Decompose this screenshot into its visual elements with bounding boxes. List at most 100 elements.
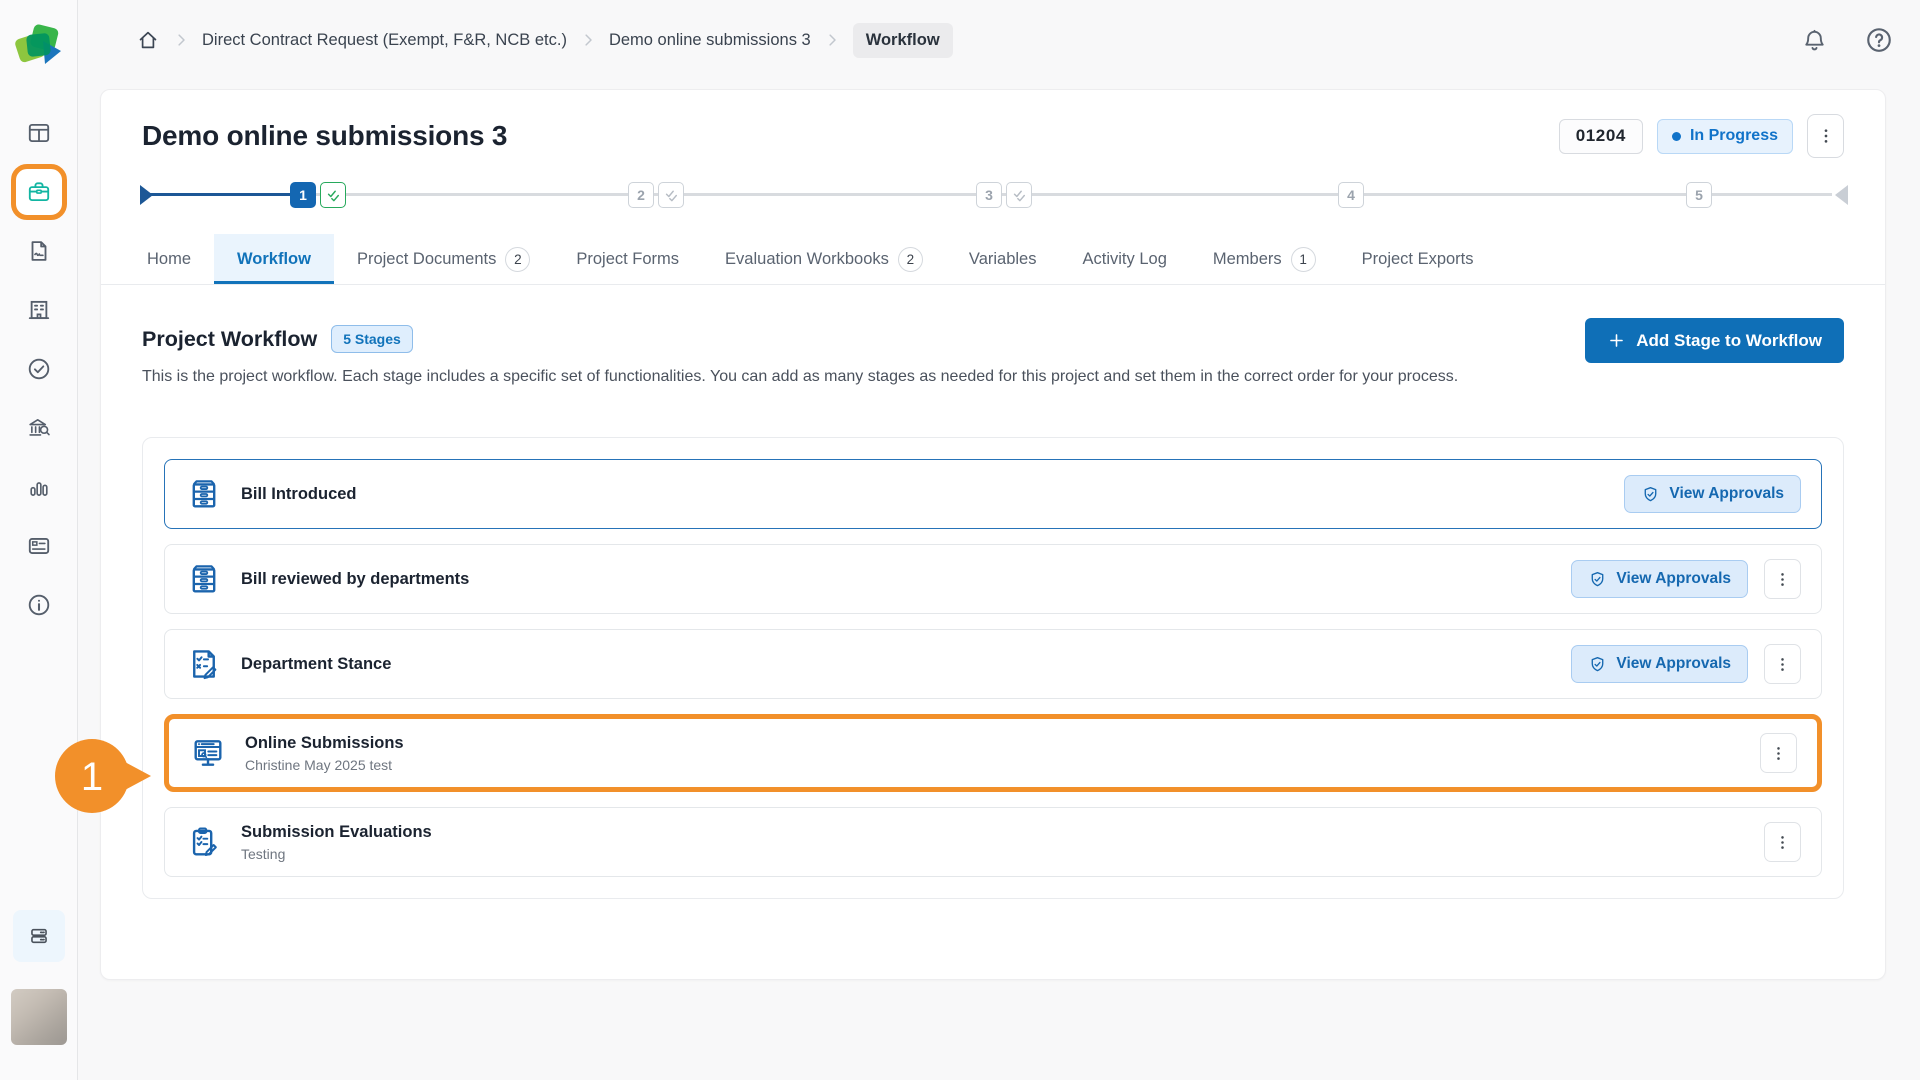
- kebab-icon: [1773, 655, 1792, 674]
- stage-card-online-submissions[interactable]: Online SubmissionsChristine May 2025 tes…: [164, 714, 1822, 792]
- tab-label: Project Forms: [576, 250, 679, 269]
- stage-card-submission-evaluations[interactable]: Submission EvaluationsTesting: [164, 807, 1822, 877]
- title-controls: 01204 In Progress: [1559, 114, 1844, 158]
- dashboard-icon: [26, 120, 52, 146]
- stage-title: Submission Evaluations: [241, 823, 432, 842]
- tab-label: Variables: [969, 250, 1037, 269]
- view-approvals-button[interactable]: View Approvals: [1571, 560, 1748, 598]
- sidebar-bottom: [0, 910, 78, 1080]
- tab-members[interactable]: Members1: [1190, 234, 1339, 284]
- sidebar-item-info[interactable]: [17, 583, 61, 627]
- help-button[interactable]: [1864, 25, 1894, 55]
- stage-card-department-stance[interactable]: Department Stance View Approvals: [164, 629, 1822, 699]
- app-logo[interactable]: [15, 24, 63, 68]
- sidebar-item-approvals[interactable]: [17, 347, 61, 391]
- tab-project-exports[interactable]: Project Exports: [1339, 234, 1497, 284]
- double-check-icon: [1011, 187, 1028, 204]
- cabinet-icon: [185, 561, 223, 597]
- stage-list: Bill Introduced View Approvals Bill revi…: [142, 437, 1844, 899]
- stepper-start-arrow-icon: [140, 185, 153, 205]
- view-approvals-label: View Approvals: [1616, 655, 1731, 673]
- stepper-stage-3[interactable]: 3: [976, 182, 1002, 208]
- stage-menu-button[interactable]: [1764, 559, 1801, 599]
- tab-activity-log[interactable]: Activity Log: [1060, 234, 1190, 284]
- checklist-pencil-icon: [186, 646, 222, 682]
- tab-label: Workflow: [237, 250, 311, 269]
- stepper-stage-2-approvals-check[interactable]: [658, 182, 684, 208]
- help-icon: [1864, 25, 1894, 55]
- kebab-icon: [1773, 833, 1792, 852]
- view-approvals-label: View Approvals: [1616, 570, 1731, 588]
- sidebar-item-organizations[interactable]: [17, 288, 61, 332]
- sidebar: [0, 0, 78, 1080]
- sidebar-item-dashboard[interactable]: [17, 111, 61, 155]
- sidebar-item-projects[interactable]: [11, 164, 67, 220]
- info-icon: [26, 592, 52, 618]
- stage-card-bill-reviewed-by-departments[interactable]: Bill reviewed by departments View Approv…: [164, 544, 1822, 614]
- tab-home[interactable]: Home: [124, 234, 214, 284]
- shield-check-icon: [1641, 485, 1660, 504]
- breadcrumb-item[interactable]: Demo online submissions 3: [609, 31, 811, 50]
- checklist-pencil-icon: [185, 646, 223, 682]
- kebab-icon: [1769, 744, 1788, 763]
- home-icon: [136, 28, 160, 52]
- workflow-description: This is the project workflow. Each stage…: [142, 364, 1587, 389]
- view-approvals-button[interactable]: View Approvals: [1571, 645, 1748, 683]
- barchart-icon: [26, 474, 52, 500]
- stage-menu-button[interactable]: [1760, 733, 1797, 773]
- stage-title: Department Stance: [241, 655, 391, 674]
- cabinet-icon: [185, 476, 223, 512]
- tab-label: Home: [147, 250, 191, 269]
- sidebar-item-cards[interactable]: [17, 524, 61, 568]
- avatar[interactable]: [11, 989, 67, 1045]
- double-check-icon: [663, 187, 680, 204]
- cabinet-icon: [186, 476, 222, 512]
- stage-title: Online Submissions: [245, 734, 404, 753]
- home-button[interactable]: [136, 28, 160, 52]
- stepper-stage-2[interactable]: 2: [628, 182, 654, 208]
- chevron-right-icon: [172, 31, 190, 49]
- tab-label: Activity Log: [1083, 250, 1167, 269]
- cabinet-icon: [186, 561, 222, 597]
- tab-project-forms[interactable]: Project Forms: [553, 234, 702, 284]
- tab-variables[interactable]: Variables: [946, 234, 1060, 284]
- sidebar-item-documents[interactable]: [17, 229, 61, 273]
- app-logo-icon: [15, 24, 63, 68]
- add-stage-button[interactable]: Add Stage to Workflow: [1585, 318, 1844, 363]
- monitor-browser-icon: [189, 735, 227, 771]
- monitor-browser-icon: [190, 735, 226, 771]
- breadcrumb: Direct Contract Request (Exempt, F&R, NC…: [136, 23, 953, 58]
- tab-evaluation-workbooks[interactable]: Evaluation Workbooks2: [702, 234, 946, 284]
- sidebar-item-reports[interactable]: [17, 465, 61, 509]
- topbar: Direct Contract Request (Exempt, F&R, NC…: [78, 0, 1920, 80]
- view-approvals-button[interactable]: View Approvals: [1624, 475, 1801, 513]
- stage-card-bill-introduced[interactable]: Bill Introduced View Approvals: [164, 459, 1822, 529]
- notifications-button[interactable]: [1801, 27, 1828, 54]
- stepper-stage-5[interactable]: 5: [1686, 182, 1712, 208]
- briefcase-icon: [26, 179, 52, 205]
- tabs-divider: [101, 284, 1885, 285]
- stage-title: Bill reviewed by departments: [241, 570, 469, 589]
- stepper-stage-3-approvals-check[interactable]: [1006, 182, 1032, 208]
- tab-workflow[interactable]: Workflow: [214, 234, 334, 284]
- tab-project-documents[interactable]: Project Documents2: [334, 234, 553, 284]
- add-stage-label: Add Stage to Workflow: [1636, 331, 1822, 351]
- stage-text: Bill Introduced: [241, 485, 357, 504]
- tab-label: Members: [1213, 250, 1282, 269]
- stage-menu-button[interactable]: [1764, 644, 1801, 684]
- project-menu-button[interactable]: [1807, 114, 1844, 158]
- project-code-badge: 01204: [1559, 119, 1643, 154]
- stepper-stage-4[interactable]: 4: [1338, 182, 1364, 208]
- stage-text: Department Stance: [241, 655, 391, 674]
- title-row: Demo online submissions 3 01204 In Progr…: [142, 114, 1844, 158]
- shield-check-icon: [1588, 570, 1607, 589]
- view-approvals-label: View Approvals: [1669, 485, 1784, 503]
- sidebar-item-environments[interactable]: [13, 910, 65, 962]
- stepper-stage-1-approvals-check[interactable]: [320, 182, 346, 208]
- tab-label: Project Documents: [357, 250, 496, 269]
- breadcrumb-item[interactable]: Direct Contract Request (Exempt, F&R, NC…: [202, 31, 567, 50]
- sidebar-item-audit[interactable]: [17, 406, 61, 450]
- plus-icon: [1607, 331, 1626, 350]
- stepper-stage-1[interactable]: 1: [290, 182, 316, 208]
- stage-menu-button[interactable]: [1764, 822, 1801, 862]
